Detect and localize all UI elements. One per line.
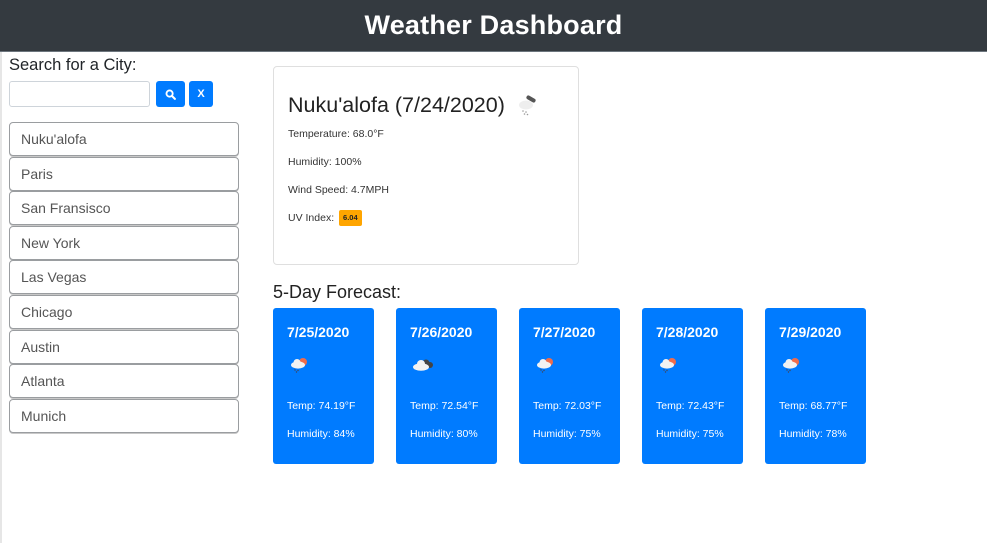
forecast-date: 7/28/2020 [656,324,719,340]
cloudy-icon [413,359,433,371]
search-button[interactable] [156,81,185,107]
sun-cloud-rain-icon [660,358,676,373]
city-search-input[interactable] [9,81,150,107]
city-history-list: Nuku'alofa Paris San Fransisco New York … [9,122,239,433]
city-item[interactable]: San Fransisco [9,191,239,226]
current-wind-speed: Wind Speed: 4.7MPH [288,184,389,196]
forecast-temp: Temp: 74.19°F [287,400,356,412]
current-title-row: Nuku'alofa (7/24/2020) [288,90,564,120]
uv-index-badge: 6.04 [339,210,362,227]
city-item[interactable]: Paris [9,156,239,191]
forecast-card: 7/26/2020 Temp: 72.54°F Humidity: 80% [396,308,497,464]
forecast-temp: Temp: 72.03°F [533,400,602,412]
forecast-temp: Temp: 72.54°F [410,400,479,412]
current-uv-row: UV Index: 6.04 [288,204,564,232]
uv-label: UV Index: [288,212,335,224]
forecast-humidity: Humidity: 75% [533,428,601,440]
city-item[interactable]: Austin [9,329,239,364]
sun-cloud-rain-icon [783,358,799,373]
forecast-card: 7/28/2020 Temp: 72.43°F Humidity: 75% [642,308,743,464]
current-weather-card: Nuku'alofa (7/24/2020) Temperature: 68.0… [273,66,579,265]
forecast-humidity: Humidity: 80% [410,428,478,440]
city-item[interactable]: Atlanta [9,364,239,399]
forecast-card: 7/29/2020 Temp: 68.77°F Humidity: 78% [765,308,866,464]
forecast-humidity: Humidity: 84% [287,428,355,440]
search-row: X [9,81,239,107]
forecast-card: 7/27/2020 Temp: 72.03°F Humidity: 75% [519,308,620,464]
forecast-title: 5-Day Forecast: [273,282,402,302]
sidebar: Search for a City: X Nuku'alofa Paris Sa… [9,52,239,433]
current-temperature: Temperature: 68.0°F [288,128,384,140]
city-item[interactable]: New York [9,225,239,260]
app-title: Weather Dashboard [364,10,623,40]
clear-button[interactable]: X [189,81,213,107]
search-label: Search for a City: [9,56,137,74]
app-header: Weather Dashboard [0,0,987,52]
sun-cloud-rain-icon [291,358,307,373]
city-item[interactable]: Nuku'alofa [9,122,239,156]
city-item[interactable]: Munich [9,398,239,433]
city-item[interactable]: Las Vegas [9,260,239,295]
forecast-card: 7/25/2020 Temp: 74.19°F Humidity: 84% [273,308,374,464]
current-humidity: Humidity: 100% [288,156,362,168]
forecast-temp: Temp: 68.77°F [779,400,848,412]
sun-cloud-rain-icon [537,358,553,373]
rain-cloud-icon [518,95,536,116]
forecast-humidity: Humidity: 78% [779,428,847,440]
forecast-date: 7/25/2020 [287,324,350,340]
forecast-temp: Temp: 72.43°F [656,400,725,412]
search-icon [165,89,176,100]
forecast-humidity: Humidity: 75% [656,428,724,440]
city-item[interactable]: Chicago [9,294,239,329]
forecast-row: 7/25/2020 Temp: 74.19°F Humidity: 84% 7/… [273,308,888,464]
forecast-date: 7/29/2020 [779,324,842,340]
current-city-title: Nuku'alofa (7/24/2020) [288,92,505,117]
forecast-date: 7/27/2020 [533,324,596,340]
forecast-date: 7/26/2020 [410,324,473,340]
page-edge [0,52,2,543]
